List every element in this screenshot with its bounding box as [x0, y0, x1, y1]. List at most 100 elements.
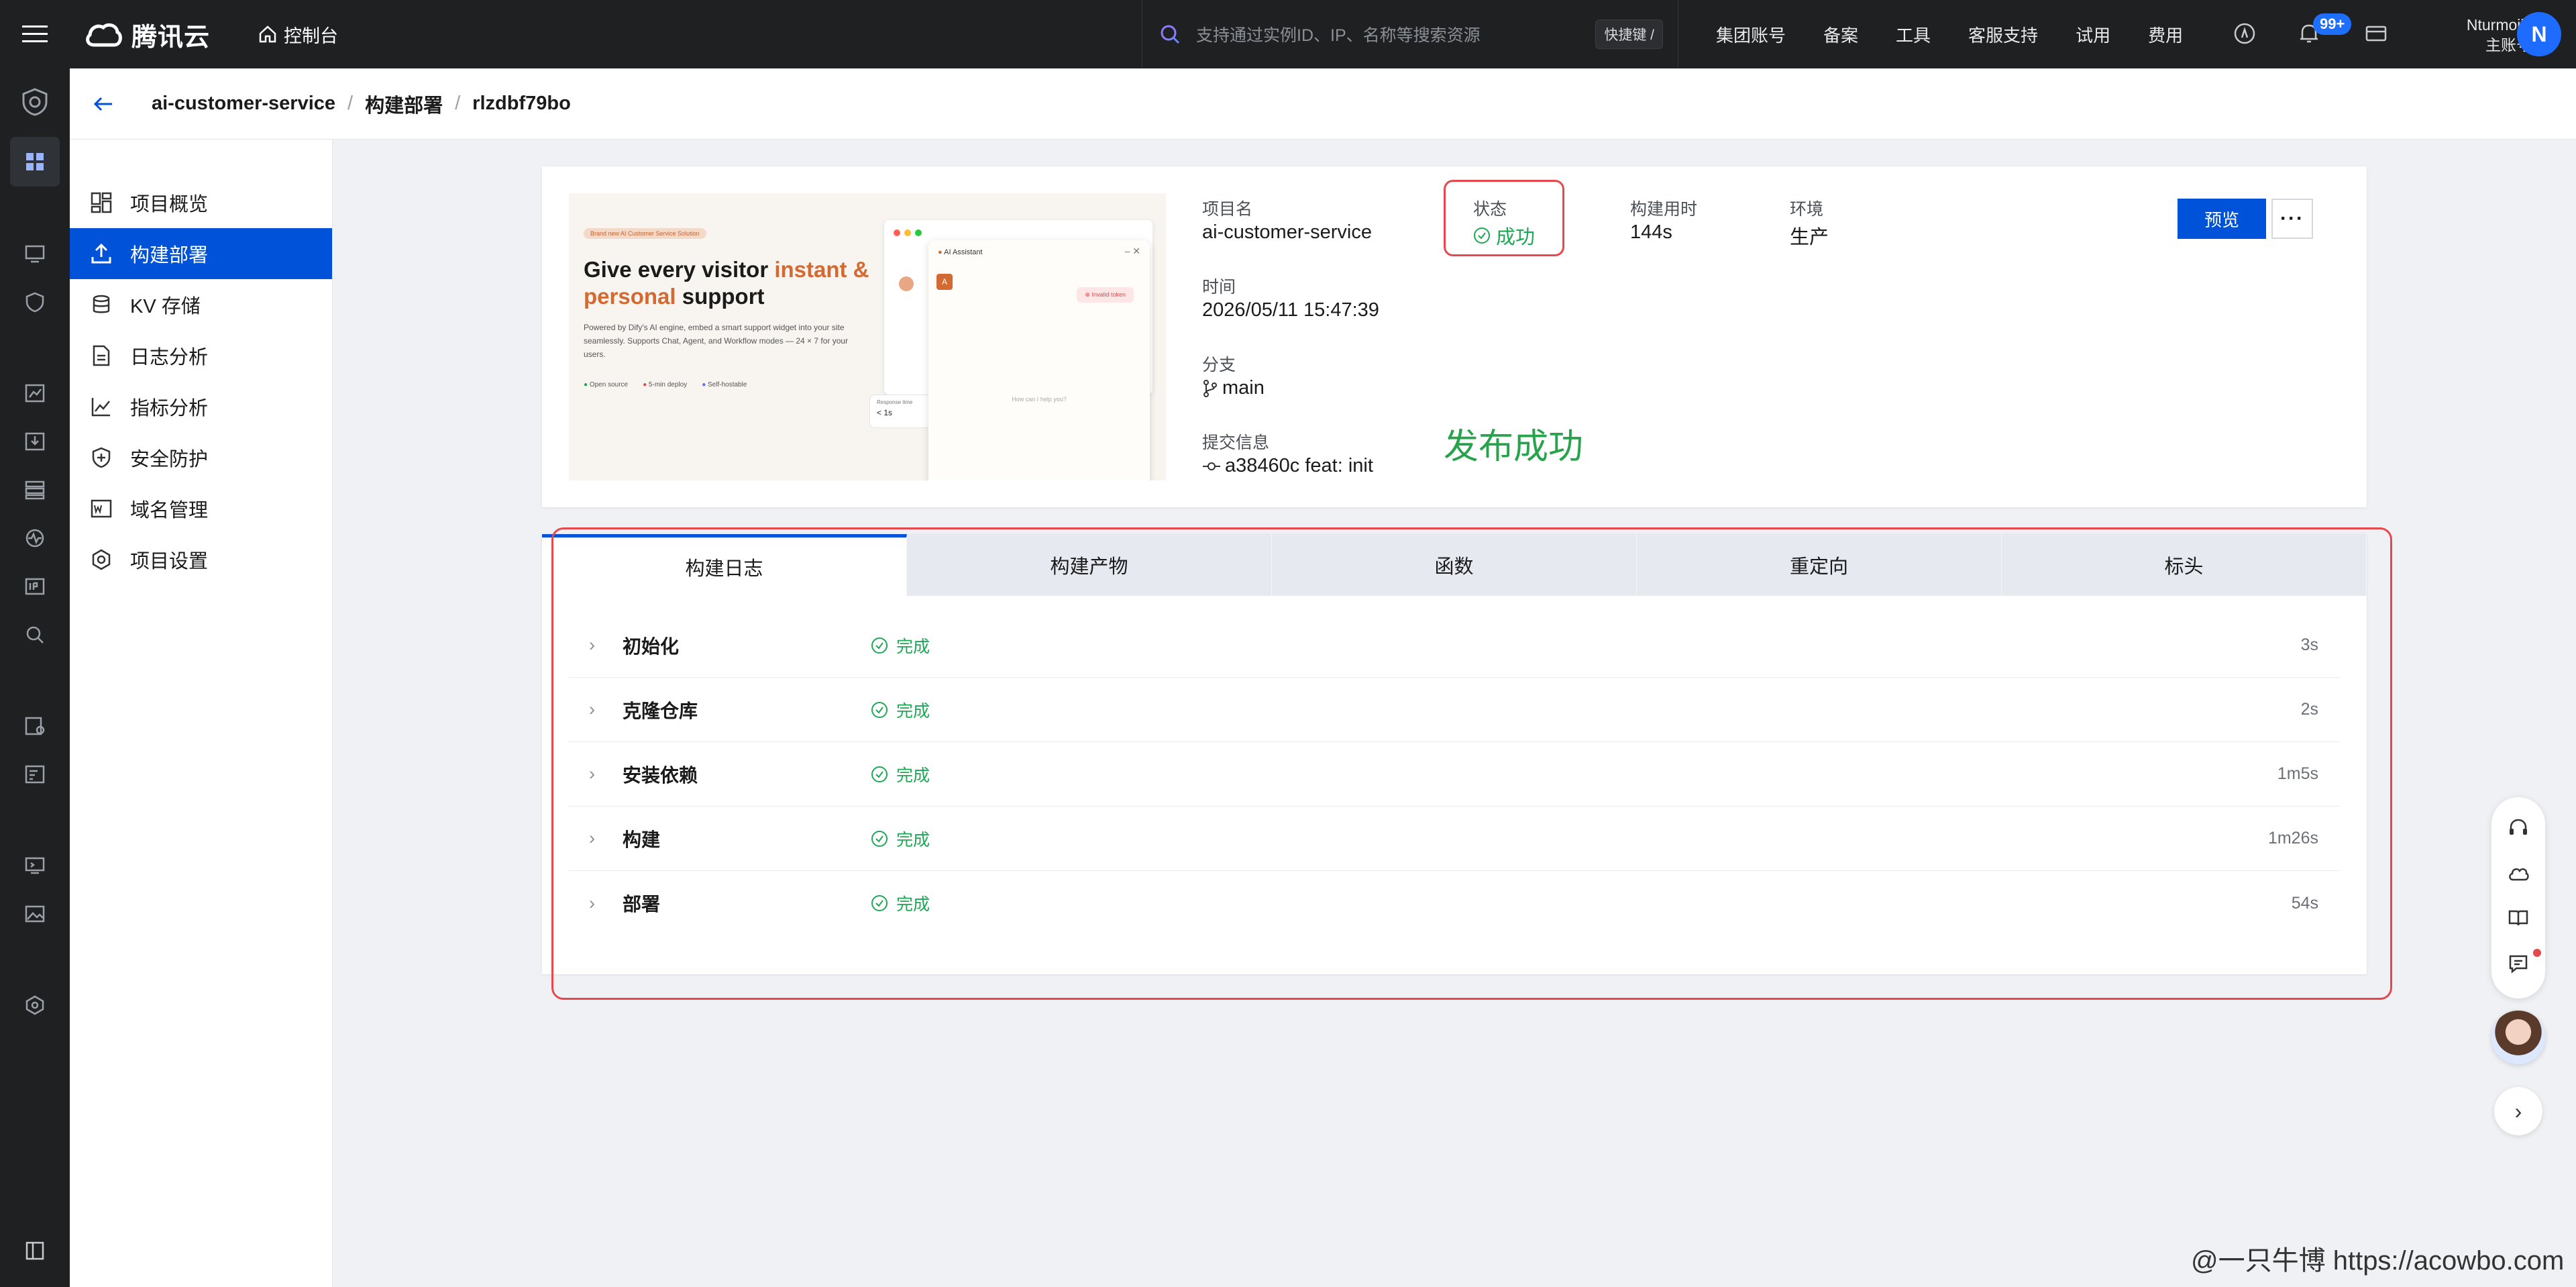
analytics-icon[interactable] [20, 378, 50, 408]
security-icon[interactable] [20, 287, 50, 317]
thumb-bullet: ● 5-min deploy [643, 381, 688, 389]
status-value: 成功 [1496, 227, 1536, 248]
book-icon[interactable] [2505, 905, 2532, 931]
more-actions-button[interactable]: ··· [2271, 199, 2313, 239]
back-arrow-icon[interactable] [70, 95, 137, 113]
tab-functions[interactable]: 函数 [1272, 534, 1637, 596]
unread-dot [2533, 949, 2541, 957]
step-name: 构建 [623, 829, 661, 850]
thumb-bullet: ● Self-hostable [702, 381, 747, 389]
breadcrumb-section[interactable]: 构建部署 [365, 90, 443, 118]
label-duration: 构建用时 [1630, 200, 1698, 219]
edgeone-logo-icon[interactable] [20, 87, 50, 117]
chevron-right-icon[interactable]: › [2494, 1087, 2542, 1135]
cloud-icon[interactable] [2505, 860, 2532, 887]
status-badge: 成功 [1473, 221, 1535, 250]
download-icon[interactable] [20, 427, 50, 456]
sidebar-item-log-analysis[interactable]: 日志分析 [70, 330, 332, 381]
deployment-preview-thumbnail[interactable]: Brand new AI Customer Service Solution G… [569, 193, 1166, 480]
search-input[interactable]: 支持通过实例ID、IP、名称等搜索资源 [1196, 22, 1580, 46]
thumb-widget-controls: – ✕ [1124, 246, 1140, 256]
nav-group-account[interactable]: 集团账号 [1716, 22, 1786, 47]
pulse-icon[interactable] [20, 523, 50, 553]
preview-button[interactable]: 预览 [2178, 199, 2266, 239]
headset-icon[interactable] [2505, 815, 2532, 841]
activity-icon[interactable] [2233, 21, 2257, 49]
tab-bar: 构建日志 构建产物 函数 重定向 标头 [542, 534, 2367, 596]
rules-icon[interactable] [20, 760, 50, 789]
rail-search-icon[interactable] [20, 620, 50, 650]
global-search[interactable]: 支持通过实例ID、IP、名称等搜索资源 快捷键 / [1142, 0, 1678, 68]
chevron-right-icon: › [589, 828, 595, 848]
value-commit: a38460c feat: init [1225, 455, 1373, 476]
thumb-bot-avatar [899, 276, 914, 291]
step-status: 完成 [871, 827, 930, 851]
www-icon [91, 499, 112, 518]
value-branch: main [1222, 377, 1265, 399]
build-step-row[interactable]: › 构建 完成 1m26s [569, 807, 2340, 871]
sidebar-item-domains[interactable]: 域名管理 [70, 483, 332, 534]
check-circle-icon [871, 895, 888, 911]
step-name: 克隆仓库 [623, 700, 698, 721]
sidebar-item-metrics[interactable]: 指标分析 [70, 381, 332, 432]
top-bar: 腾讯云 控制台 支持通过实例ID、IP、名称等搜索资源 快捷键 / 集团账号 备… [0, 0, 2576, 68]
breadcrumb-bar: ai-customer-service / 构建部署 / rlzdbf79bo [70, 68, 2576, 140]
ip-icon[interactable] [20, 572, 50, 601]
sidebar-item-kv-storage[interactable]: KV 存储 [70, 279, 332, 330]
git-commit-icon [1203, 462, 1220, 470]
terminal-icon[interactable] [20, 851, 50, 880]
brand-logo[interactable]: 腾讯云 [85, 16, 210, 53]
grid-icon[interactable] [20, 147, 50, 176]
build-step-row[interactable]: › 克隆仓库 完成 2s [569, 678, 2340, 742]
branch-link[interactable]: main [1202, 377, 1265, 399]
step-duration: 1m26s [2267, 829, 2318, 847]
chevron-right-icon: › [589, 764, 595, 784]
settings-icon [92, 549, 111, 570]
git-branch-icon [1203, 379, 1217, 397]
tab-build-artifacts[interactable]: 构建产物 [907, 534, 1272, 596]
thumb-body: Powered by Dify's AI engine, embed a sma… [584, 323, 849, 359]
step-duration: 2s [2300, 700, 2318, 719]
tab-redirects[interactable]: 重定向 [1637, 534, 2002, 596]
sidebar-item-overview[interactable]: 项目概览 [70, 177, 332, 228]
product-rail [0, 68, 70, 1287]
ai-assistant-avatar[interactable] [2491, 1011, 2545, 1064]
nav-support[interactable]: 客服支持 [1968, 22, 2038, 47]
floating-toolbar [2491, 797, 2545, 998]
step-status: 完成 [871, 633, 930, 658]
breadcrumb-project[interactable]: ai-customer-service [152, 93, 335, 115]
thumb-tag: Brand new AI Customer Service Solution [584, 228, 706, 239]
cert-icon[interactable] [20, 711, 50, 741]
thumb-headline-d: support [676, 284, 765, 309]
monitor-icon[interactable] [20, 239, 50, 268]
image-icon[interactable] [20, 899, 50, 929]
step-status: 完成 [871, 762, 930, 786]
thumb-bullet: ● Open source [584, 381, 629, 389]
nav-billing[interactable]: 费用 [2148, 22, 2183, 47]
commit-link[interactable]: a38460c feat: init [1202, 455, 1373, 477]
build-step-row[interactable]: › 安装依赖 完成 1m5s [569, 742, 2340, 807]
build-step-row[interactable]: › 部署 完成 54s [569, 871, 2340, 935]
thumb-headline-b: instant & [774, 257, 869, 282]
console-link[interactable]: 控制台 [258, 21, 338, 48]
sidebar-item-security[interactable]: 安全防护 [70, 432, 332, 483]
sidebar-item-label: 项目设置 [130, 551, 209, 572]
collapse-panel-icon[interactable] [20, 1236, 50, 1266]
billing-card-icon[interactable] [2364, 21, 2388, 49]
tab-build-log[interactable]: 构建日志 [542, 534, 907, 596]
nav-filing[interactable]: 备案 [1823, 22, 1858, 47]
sidebar-item-build-deploy[interactable]: 构建部署 [70, 228, 332, 279]
user-menu[interactable]: Nturmoils 主账号 [2424, 15, 2532, 55]
hexagon-settings-icon[interactable] [20, 990, 50, 1020]
sidebar-item-settings[interactable]: 项目设置 [70, 534, 332, 585]
menu-icon[interactable] [0, 0, 70, 68]
nav-tools[interactable]: 工具 [1896, 22, 1931, 47]
layout-icon[interactable] [20, 475, 50, 505]
thumb-headline-a: Give every visitor [584, 257, 775, 282]
avatar[interactable]: N [2517, 12, 2561, 56]
tab-headers[interactable]: 标头 [2002, 534, 2367, 596]
watermark: @一只牛博 https://acowbo.com [2191, 1246, 2565, 1276]
feedback-icon[interactable] [2505, 950, 2532, 977]
build-step-row[interactable]: › 初始化 完成 3s [569, 613, 2340, 678]
nav-trial[interactable]: 试用 [2076, 22, 2110, 47]
